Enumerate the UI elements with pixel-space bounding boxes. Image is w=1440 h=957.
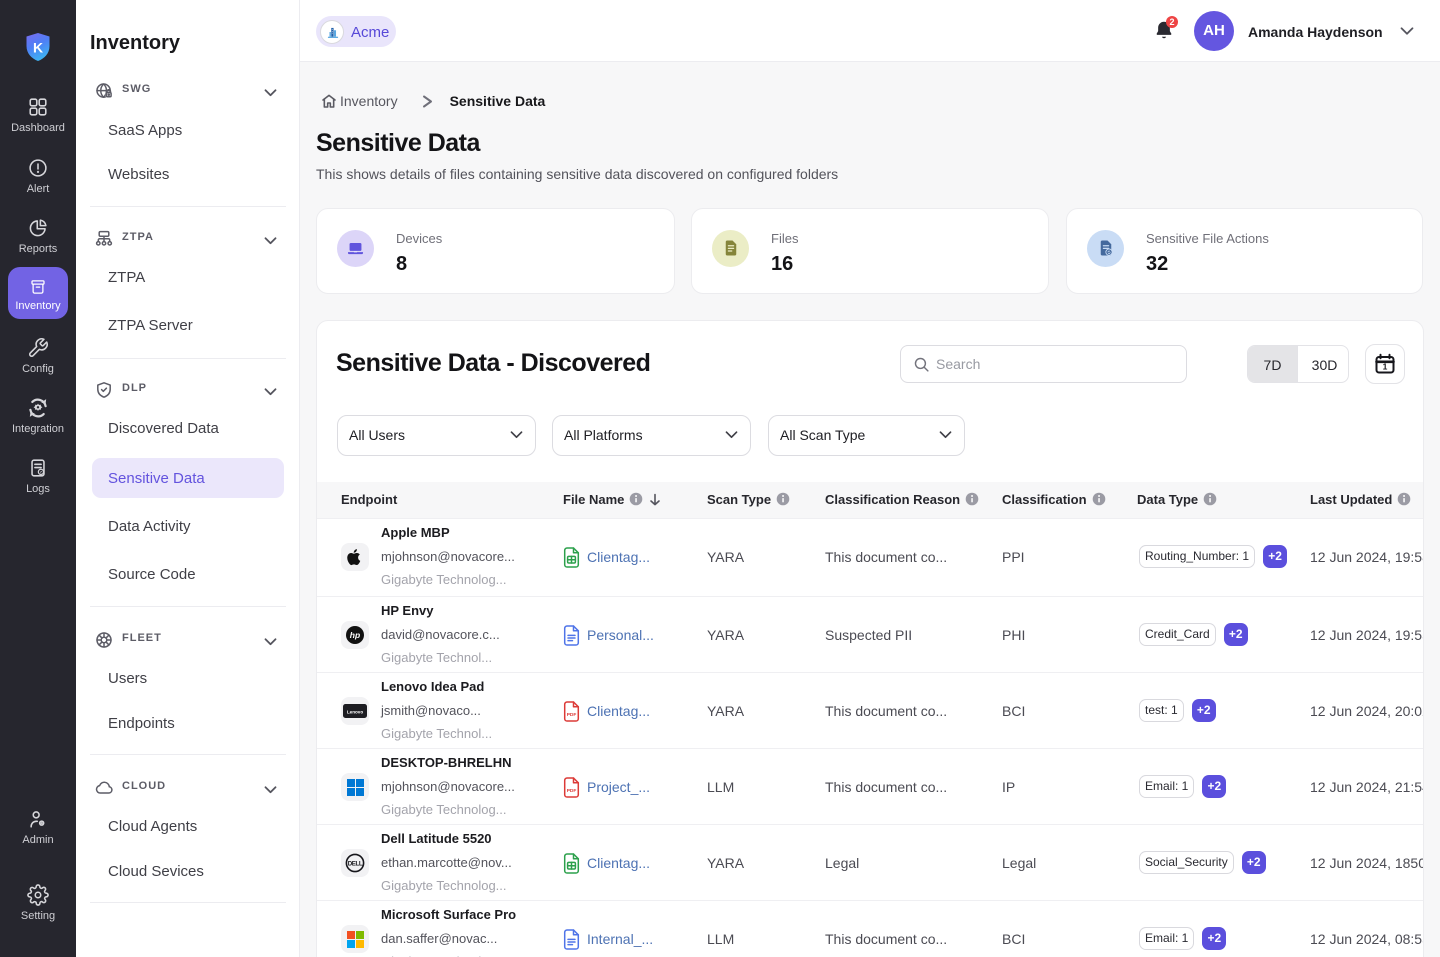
svg-text:Lenovo: Lenovo <box>347 709 364 714</box>
svg-text:1: 1 <box>1383 362 1388 372</box>
svg-text:PDF: PDF <box>567 712 577 718</box>
svg-text:PDF: PDF <box>567 788 577 794</box>
svg-text:K: K <box>33 40 43 56</box>
svg-text:hp: hp <box>350 630 360 640</box>
svg-text:DELL: DELL <box>348 861 363 868</box>
